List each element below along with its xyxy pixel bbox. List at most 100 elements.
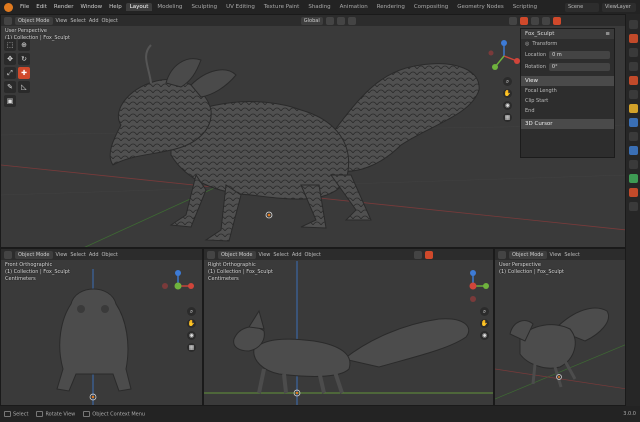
collection-label: (1) Collection | Fox_Sculpt [499,269,564,275]
texture-props-icon[interactable] [628,202,638,211]
front-viewport-info: Front Orthographic (1) Collection | Fox_… [5,262,70,283]
view-layer-selector[interactable]: ViewLayer [602,2,636,12]
right-ortho-viewport[interactable]: Object Mode View Select Add Object Right… [203,248,494,406]
clip-end-label: End [525,108,535,114]
menu-render[interactable]: Render [51,3,77,11]
collection-label: (1) Collection | Fox_Sculpt [5,269,70,275]
npanel-row-rotation: Rotation 0° [521,61,614,73]
tab-layout[interactable]: Layout [125,3,153,11]
zoom-icon[interactable]: ⌕ [187,307,196,316]
menu-window[interactable]: Window [77,3,105,11]
view-layer-props-icon[interactable] [628,62,638,71]
modifier-props-icon[interactable] [628,118,638,127]
constraints-props-icon[interactable] [628,160,638,169]
perspective-toggle-icon[interactable]: ▦ [187,343,196,352]
scene-selector[interactable]: Scene [565,2,599,12]
npanel-item-row: ◎ Transform [521,39,614,49]
npanel-row-location: Location 0 m [521,49,614,61]
collection-label: (1) Collection | Fox_Sculpt [208,269,273,275]
viewport-nav-icons: ⌕ ✋ ◉ ▦ [503,77,512,122]
move-icon[interactable]: ✥ [4,53,16,65]
npanel-subrow: Focal Length [521,86,614,96]
particles-props-icon[interactable] [628,132,638,141]
clip-start-label: Clip Start [525,98,549,104]
tab-sculpting[interactable]: Sculpting [187,3,221,11]
sidebar-properties-panel: Fox_Sculpt ≡ ◎ Transform Location 0 m Ro… [520,28,615,158]
data-props-icon[interactable] [628,174,638,183]
rotation-label: Rotation [525,64,546,70]
npanel-subrow: Clip Start [521,96,614,106]
status-select: Select [4,410,29,418]
material-props-icon[interactable] [628,188,638,197]
navigation-gizmo[interactable] [161,269,195,303]
menu-file[interactable]: File [17,3,32,11]
tab-scripting[interactable]: Scripting [509,3,541,11]
perspective-toggle-icon[interactable]: ▦ [503,113,512,122]
camera-view-icon[interactable]: ◉ [480,331,489,340]
status-menu: Object Context Menu [83,410,146,418]
tab-compositing[interactable]: Compositing [410,3,452,11]
rotate-icon[interactable]: ↻ [18,53,30,65]
pan-hand-icon[interactable]: ✋ [503,89,512,98]
npanel-section-cursor[interactable]: 3D Cursor [521,119,614,129]
tool-props-icon[interactable] [628,20,638,29]
mouse-right-icon [83,410,91,417]
render-props-icon[interactable] [628,34,638,43]
physics-props-icon[interactable] [628,146,638,155]
camera-view-icon[interactable]: ◉ [503,101,512,110]
units-label: Centimeters [208,276,239,282]
top-menu-bar: File Edit Render Window Help Layout Mode… [0,0,640,14]
scene-props-icon[interactable] [628,76,638,85]
right-viewport-info: Right Orthographic (1) Collection | Fox_… [208,262,273,283]
status-menu-label: Object Context Menu [92,411,146,418]
view-name: User Perspective [499,262,541,268]
tab-rendering[interactable]: Rendering [373,3,409,11]
tab-modeling[interactable]: Modeling [153,3,186,11]
tab-texture-paint[interactable]: Texture Paint [260,3,304,11]
status-bar: Select Rotate View Object Context Menu 3… [0,406,640,422]
location-field[interactable]: 0 m [549,51,610,59]
tab-shading[interactable]: Shading [304,3,334,11]
npanel-section-view[interactable]: View [521,76,614,86]
transform-icon[interactable]: ✚ [18,67,30,79]
scale-icon[interactable]: ⤢ [4,67,16,79]
measure-icon[interactable]: ◺ [18,81,30,93]
version-label: 3.0.0 [623,411,636,417]
navigation-gizmo[interactable] [456,269,490,303]
front-ortho-viewport[interactable]: Object Mode View Select Add Object Front… [0,248,203,406]
view-name: Right Orthographic [208,262,256,268]
navigation-gizmo[interactable] [487,39,521,73]
units-label: Centimeters [5,276,36,282]
perspective-viewport-small[interactable]: Object Mode View Select User Perspective… [494,248,626,406]
zoom-icon[interactable]: ⌕ [480,307,489,316]
menu-help[interactable]: Help [106,3,125,11]
view-name: User Perspective [5,28,47,34]
blender-logo-icon[interactable] [4,2,13,12]
camera-view-icon[interactable]: ◉ [187,331,196,340]
focal-length-label: Focal Length [525,88,557,94]
npanel-item-label: Transform [532,41,558,47]
object-props-icon[interactable] [628,104,638,113]
small-viewport-info: User Perspective (1) Collection | Fox_Sc… [499,262,564,276]
tab-geometry-nodes[interactable]: Geometry Nodes [453,3,507,11]
location-label: Location [525,52,547,58]
tab-animation[interactable]: Animation [336,3,372,11]
npanel-menu-icon[interactable]: ≡ [605,29,610,39]
object-icon: ◎ [525,41,530,47]
status-select-label: Select [13,411,29,418]
cursor-icon[interactable]: ⊕ [18,39,30,51]
properties-tab-strip [626,14,640,406]
output-props-icon[interactable] [628,48,638,57]
zoom-icon[interactable]: ⌕ [503,77,512,86]
pan-hand-icon[interactable]: ✋ [480,319,489,328]
select-box-icon[interactable]: ⬚ [4,39,16,51]
menu-edit[interactable]: Edit [33,3,50,11]
rotation-field[interactable]: 0° [548,63,610,71]
world-props-icon[interactable] [628,90,638,99]
status-rotate: Rotate View [36,410,75,417]
pan-hand-icon[interactable]: ✋ [187,319,196,328]
add-cube-icon[interactable]: ▣ [4,95,16,107]
viewport-nav-icons: ⌕ ✋ ◉ ▦ [187,307,196,352]
annotate-icon[interactable]: ✎ [4,81,16,93]
tab-uv-editing[interactable]: UV Editing [222,3,259,11]
